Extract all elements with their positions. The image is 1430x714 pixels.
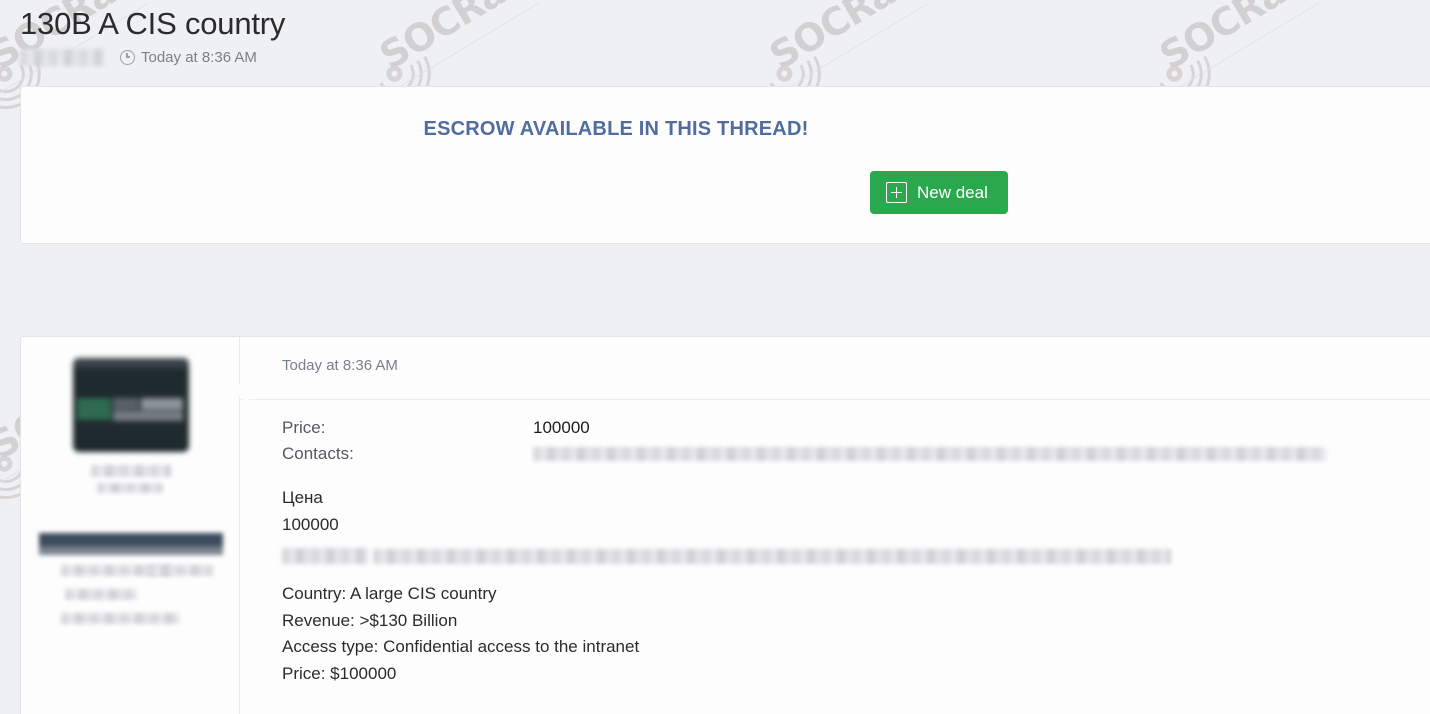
post-divider <box>240 399 1430 400</box>
field-contacts: Contacts: <box>282 441 1430 467</box>
author-meta-redacted <box>91 465 171 477</box>
watermark-text: SOCRadar <box>1152 0 1352 79</box>
field-price-value: 100000 <box>533 418 590 437</box>
thread-timestamp: Today at 8:36 AM <box>141 48 257 66</box>
escrow-banner-card: ESCROW AVAILABLE IN THIS THREAD! New dea… <box>20 86 1430 244</box>
clock-icon <box>120 50 135 65</box>
field-price: Price: 100000 <box>282 415 1430 441</box>
field-contacts-value-redacted <box>533 447 1326 461</box>
avatar[interactable] <box>73 358 189 452</box>
detail-country: Country: A large CIS country <box>282 584 497 603</box>
new-deal-button[interactable]: New deal <box>870 171 1008 214</box>
watermark-text: SOCRadar <box>762 0 962 79</box>
plus-square-icon <box>886 182 907 203</box>
post-body: Price: 100000 Contacts: Цена 100000 Coun… <box>282 415 1430 687</box>
russian-price-value: 100000 <box>282 515 339 534</box>
watermark-text: SOCRadar <box>372 0 572 79</box>
body-line-redacted <box>282 547 368 564</box>
author-stat-redacted <box>65 589 137 600</box>
russian-price-block: Цена 100000 <box>282 485 1430 565</box>
thread-page: 130B A CIS country Today at 8:36 AM ESCR… <box>0 0 1430 714</box>
escrow-headline: ESCROW AVAILABLE IN THIS THREAD! <box>423 118 809 140</box>
new-deal-label: New deal <box>917 182 988 202</box>
russian-price-label: Цена <box>282 488 323 507</box>
post-timestamp[interactable]: Today at 8:36 AM <box>282 357 398 374</box>
thread-header: 130B A CIS country Today at 8:36 AM <box>20 4 285 66</box>
field-price-label: Price: <box>282 418 326 437</box>
body-line-redacted <box>372 549 1171 565</box>
speech-bubble-notch <box>233 375 248 405</box>
post-content: Today at 8:36 AM Price: 100000 Contacts:… <box>240 337 1430 714</box>
thread-meta: Today at 8:36 AM <box>20 49 285 66</box>
author-meta-redacted <box>97 483 163 493</box>
author-name-redacted <box>20 49 104 66</box>
post-author-panel <box>21 337 240 714</box>
page-title: 130B A CIS country <box>20 6 286 41</box>
author-stat-redacted <box>61 613 179 624</box>
detail-revenue: Revenue: >$130 Billion <box>282 610 458 630</box>
author-username-redacted[interactable] <box>39 533 223 555</box>
post-message-card: Today at 8:36 AM Price: 100000 Contacts:… <box>20 336 1430 714</box>
author-stat-redacted <box>147 565 213 576</box>
detail-price: Price: $100000 <box>282 663 397 683</box>
listing-details: Country: A large CIS country Revenue: >$… <box>282 581 1430 687</box>
field-contacts-label: Contacts: <box>282 444 354 463</box>
detail-access-type: Access type: Confidential access to the … <box>282 637 640 656</box>
